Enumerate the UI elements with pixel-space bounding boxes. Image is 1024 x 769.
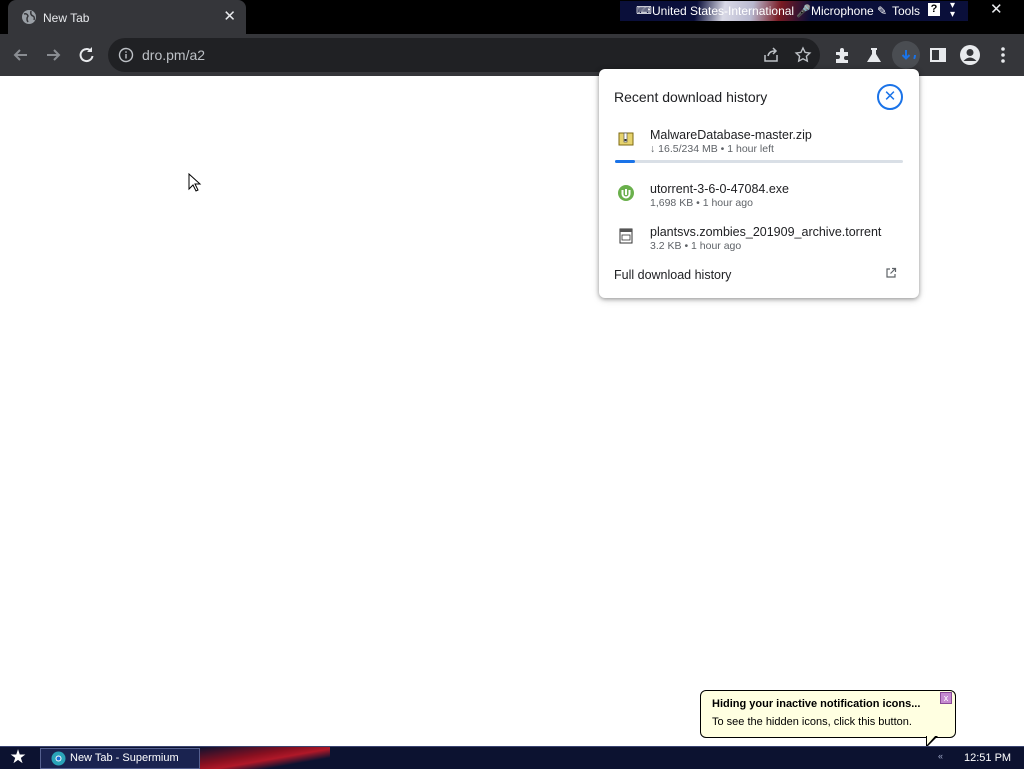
external-link-icon[interactable] [885, 267, 897, 279]
panel-close-button[interactable]: ✕ [877, 84, 903, 110]
side-panel-button[interactable] [925, 42, 951, 68]
balloon-title: Hiding your inactive notification icons.… [712, 698, 921, 710]
share-icon[interactable] [762, 46, 780, 64]
taskbar-decoration [200, 747, 330, 769]
tab-new-tab[interactable]: New Tab ✕ [8, 0, 246, 34]
avatar-icon [960, 45, 980, 65]
file-name: utorrent-3-6-0-47084.exe [650, 182, 789, 196]
more-vertical-icon [1001, 47, 1005, 63]
mouse-cursor-icon [188, 173, 202, 192]
panel-title: Recent download history [614, 89, 768, 105]
supermium-icon [51, 751, 66, 766]
language-bar: ⌨ United States-International 🎤 Micropho… [620, 1, 968, 21]
file-name: plantsvs.zombies_201909_archive.torrent [650, 225, 882, 239]
extensions-button[interactable] [829, 42, 855, 68]
notification-balloon[interactable]: Hiding your inactive notification icons.… [700, 690, 956, 738]
download-item[interactable]: utorrent-3-6-0-47084.exe 1,698 KB • 1 ho… [599, 182, 919, 222]
full-history-link[interactable]: Full download history [614, 268, 731, 282]
file-status: ↓ 16.5/234 MB • 1 hour left [650, 143, 774, 155]
download-history-panel: Recent download history ✕ MalwareDatabas… [599, 69, 919, 298]
keyboard-icon: ⌨ [636, 5, 652, 17]
tab-title: New Tab [43, 11, 90, 25]
tab-close-button[interactable]: ✕ [223, 7, 236, 25]
microphone-icon: 🎤 [796, 4, 811, 18]
back-arrow-icon [13, 49, 27, 61]
puzzle-icon [836, 48, 848, 63]
bookmark-star-icon[interactable] [794, 46, 812, 64]
start-button[interactable]: ★ [4, 748, 32, 768]
tab-strip: New Tab ✕ ⌨ United States-International … [0, 0, 1024, 34]
language-selector[interactable]: United States-International [652, 4, 794, 18]
download-item[interactable]: plantsvs.zombies_201909_archive.torrent … [599, 225, 919, 265]
forward-button[interactable] [40, 42, 66, 68]
reload-button[interactable] [73, 42, 99, 68]
downloads-button[interactable] [892, 41, 920, 69]
taskbar-item-label: New Tab - Supermium [70, 752, 179, 764]
reload-icon [79, 47, 94, 63]
address-bar[interactable]: dro.pm/a2 [108, 38, 820, 72]
utorrent-icon [618, 185, 634, 201]
side-panel-icon [930, 48, 946, 62]
file-status: 3.2 KB • 1 hour ago [650, 240, 742, 252]
flask-icon [867, 48, 881, 62]
show-hidden-icons-button[interactable]: « [938, 751, 943, 761]
globe-icon [22, 10, 36, 24]
torrent-file-icon [619, 228, 633, 244]
profile-button[interactable] [957, 42, 983, 68]
file-name: MalwareDatabase-master.zip [650, 128, 812, 142]
taskbar-item-browser[interactable]: New Tab - Supermium [40, 748, 200, 769]
back-button[interactable] [8, 42, 34, 68]
download-progress-bar [615, 160, 903, 163]
info-icon[interactable] [118, 47, 134, 63]
forward-arrow-icon [47, 49, 61, 61]
tools-button[interactable]: Tools [892, 4, 920, 18]
tools-icon: ✎ [877, 4, 888, 18]
language-bar-options-icon[interactable]: ▾ ▾ [950, 1, 955, 20]
labs-button[interactable] [861, 42, 887, 68]
taskbar: ★ New Tab - Supermium « 12:51 PM [0, 746, 1024, 769]
window-close-button[interactable]: ✕ [990, 0, 1003, 18]
url-text[interactable]: dro.pm/a2 [142, 47, 205, 63]
zip-file-icon [618, 132, 634, 146]
balloon-close-button[interactable]: x [940, 692, 952, 704]
clock[interactable]: 12:51 PM [964, 752, 1011, 764]
microphone-button[interactable]: Microphone [811, 4, 874, 18]
download-progress-icon [896, 45, 916, 65]
menu-button[interactable] [990, 42, 1016, 68]
balloon-tail-inner [927, 735, 936, 745]
file-status: 1,698 KB • 1 hour ago [650, 197, 753, 209]
help-button[interactable]: ? [928, 3, 940, 16]
balloon-text: To see the hidden icons, click this butt… [712, 716, 912, 728]
download-progress-fill [615, 160, 636, 163]
